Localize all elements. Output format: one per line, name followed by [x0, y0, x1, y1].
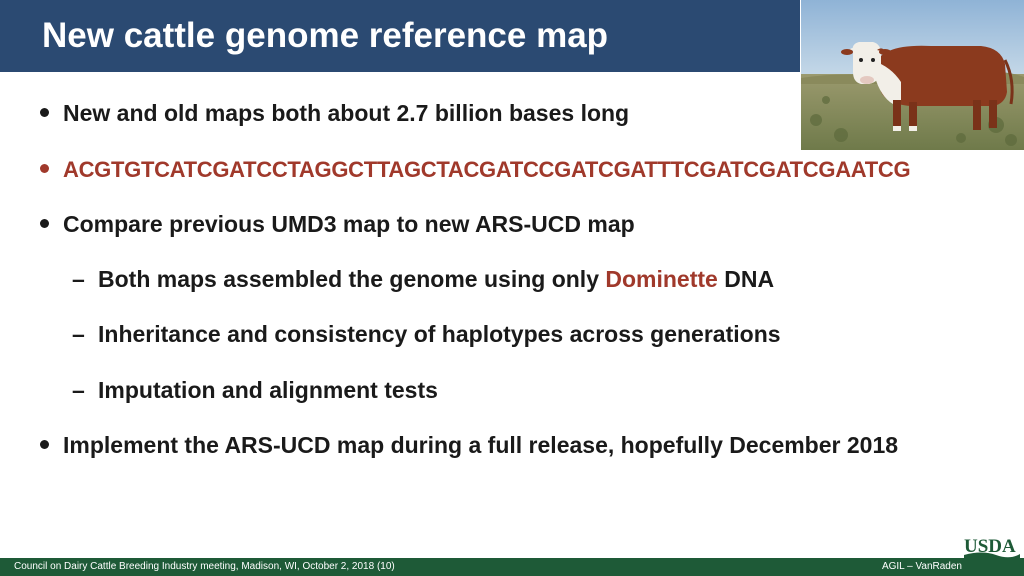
bullet-map-length: New and old maps both about 2.7 billion … [40, 98, 629, 128]
sub-bullet-text: Inheritance and consistency of haplotype… [98, 321, 781, 347]
highlight-dominette: Dominette [605, 266, 718, 292]
usda-logo: USDA [962, 534, 1020, 560]
bullet-compare-maps: Compare previous UMD3 map to new ARS-UCD… [40, 209, 635, 239]
sub-bullet-text: Imputation and alignment tests [98, 377, 438, 403]
dash-icon: – [72, 321, 85, 347]
bullet-dot-icon [40, 164, 49, 174]
sub-bullet-dominette: – Both maps assembled the genome using on… [72, 264, 774, 294]
dash-icon: – [72, 266, 85, 292]
hereford-cow-photo [801, 0, 1024, 150]
bullet-text: Compare previous UMD3 map to new ARS-UCD… [63, 211, 635, 237]
slide-title: New cattle genome reference map [42, 16, 609, 55]
footer-bar: Council on Dairy Cattle Breeding Industr… [0, 558, 1024, 576]
footer-meeting-info: Council on Dairy Cattle Breeding Industr… [14, 561, 395, 572]
bullet-dot-icon [40, 219, 49, 229]
footer-author: AGIL – VanRaden [881, 561, 962, 572]
bullet-text: New and old maps both about 2.7 billion … [63, 100, 630, 126]
title-bar: New cattle genome reference map [0, 0, 800, 72]
bullet-dna-sequence: ACGTGTCATCGATCCTAGGCTTAGCTACGATCCGATCGAT… [40, 154, 911, 185]
dash-icon: – [72, 377, 85, 403]
bullet-dot-icon [40, 440, 49, 450]
bullet-text: ACGTGTCATCGATCCTAGGCTTAGCTACGATCCGATCGAT… [63, 157, 911, 182]
sub-bullet-text-end: DNA [717, 266, 775, 292]
sub-bullet-haplotypes: – Inheritance and consistency of haplotyp… [72, 319, 781, 349]
sub-bullet-imputation: – Imputation and alignment tests [72, 375, 438, 405]
bullet-dot-icon [40, 108, 49, 118]
bullet-implement: Implement the ARS-UCD map during a full … [40, 430, 898, 460]
bullet-text: Implement the ARS-UCD map during a full … [63, 432, 899, 458]
sub-bullet-text: Both maps assembled the genome using onl… [98, 266, 606, 292]
